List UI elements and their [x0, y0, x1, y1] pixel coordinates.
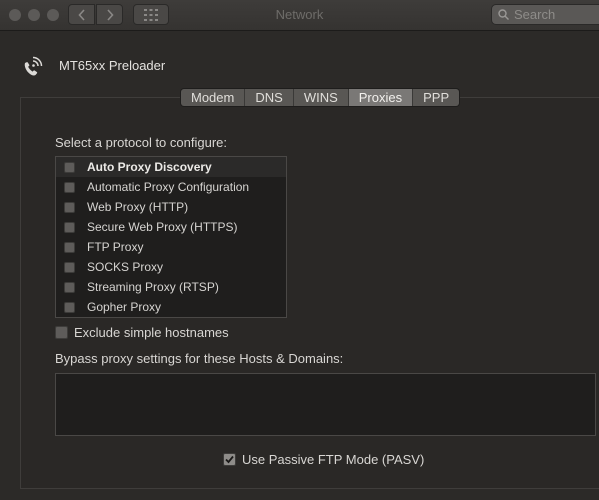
- tab-dns[interactable]: DNS: [245, 89, 294, 106]
- protocol-checkbox[interactable]: [64, 181, 75, 193]
- protocol-item-gopher-proxy[interactable]: Gopher Proxy: [56, 297, 286, 317]
- protocol-checkbox[interactable]: [64, 201, 75, 213]
- exclude-simple-hostnames-checkbox[interactable]: [55, 326, 68, 339]
- tab-ppp[interactable]: PPP: [413, 89, 460, 106]
- search-icon: [498, 9, 509, 20]
- protocol-label: Gopher Proxy: [87, 300, 162, 314]
- protocol-item-socks-proxy[interactable]: SOCKS Proxy: [56, 257, 286, 277]
- passive-ftp-option[interactable]: Use Passive FTP Mode (PASV): [223, 452, 424, 467]
- tab-modem[interactable]: Modem: [181, 89, 246, 106]
- protocol-checkbox[interactable]: [64, 281, 75, 293]
- tab-wins[interactable]: WINS: [293, 89, 349, 106]
- protocol-checkbox[interactable]: [64, 161, 75, 173]
- protocol-checkbox[interactable]: [64, 241, 75, 253]
- phone-icon: [24, 56, 43, 76]
- bypass-label: Bypass proxy settings for these Hosts & …: [55, 351, 344, 366]
- checkmark-icon: [225, 455, 234, 464]
- protocol-list: Auto Proxy Discovery Automatic Proxy Con…: [55, 156, 287, 318]
- protocol-item-web-proxy[interactable]: Web Proxy (HTTP): [56, 197, 286, 217]
- protocol-label: Web Proxy (HTTP): [87, 200, 189, 214]
- protocol-label: Secure Web Proxy (HTTPS): [87, 220, 238, 234]
- search-field[interactable]: Search: [491, 4, 599, 25]
- title-bar: Network Search: [0, 0, 599, 31]
- tab-proxies[interactable]: Proxies: [348, 89, 414, 106]
- passive-ftp-checkbox[interactable]: [223, 453, 236, 466]
- protocol-item-secure-web-proxy[interactable]: Secure Web Proxy (HTTPS): [56, 217, 286, 237]
- protocol-heading: Select a protocol to configure:: [55, 135, 227, 150]
- protocol-item-automatic-proxy-configuration[interactable]: Automatic Proxy Configuration: [56, 177, 286, 197]
- protocol-checkbox[interactable]: [64, 261, 75, 273]
- protocol-label: Streaming Proxy (RTSP): [87, 280, 219, 294]
- protocol-checkbox[interactable]: [64, 221, 75, 233]
- exclude-simple-hostnames[interactable]: Exclude simple hostnames: [55, 325, 229, 340]
- tab-bar: Modem DNS WINS Proxies PPP: [180, 88, 461, 107]
- search-placeholder: Search: [514, 7, 556, 22]
- passive-ftp-label: Use Passive FTP Mode (PASV): [242, 452, 425, 467]
- device-name: MT65xx Preloader: [59, 58, 166, 73]
- exclude-simple-hostnames-label: Exclude simple hostnames: [74, 325, 229, 340]
- protocol-label: Auto Proxy Discovery: [87, 160, 212, 174]
- bypass-hosts-textarea[interactable]: [55, 373, 596, 436]
- protocol-item-streaming-proxy[interactable]: Streaming Proxy (RTSP): [56, 277, 286, 297]
- protocol-checkbox[interactable]: [64, 301, 75, 313]
- protocol-item-auto-proxy-discovery[interactable]: Auto Proxy Discovery: [56, 157, 286, 177]
- protocol-label: SOCKS Proxy: [87, 260, 164, 274]
- protocol-item-ftp-proxy[interactable]: FTP Proxy: [56, 237, 286, 257]
- protocol-label: FTP Proxy: [87, 240, 144, 254]
- protocol-label: Automatic Proxy Configuration: [87, 180, 250, 194]
